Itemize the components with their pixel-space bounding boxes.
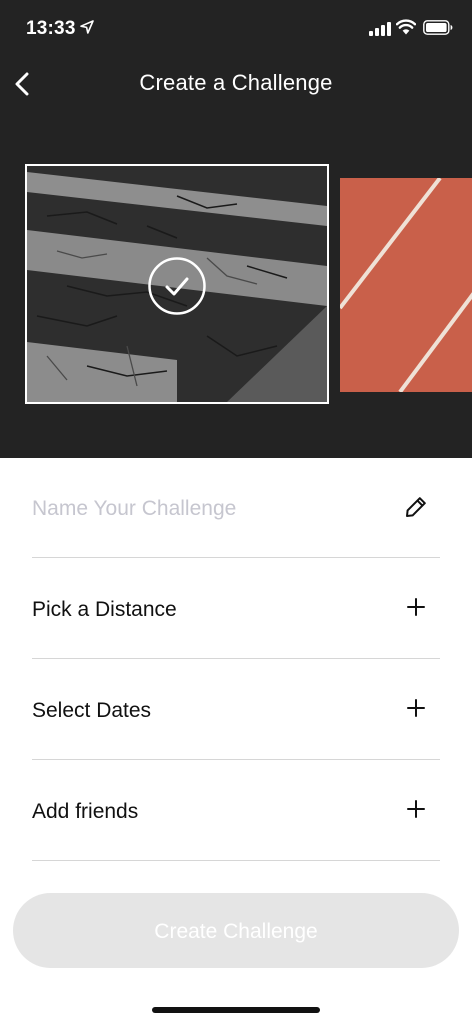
challenge-name-row[interactable]: Name Your Challenge xyxy=(32,458,440,558)
add-friends-row[interactable]: Add friends xyxy=(32,760,440,861)
cover-image-carousel[interactable] xyxy=(0,160,472,410)
selected-checkmark-icon xyxy=(148,257,206,315)
navigation-bar: Create a Challenge xyxy=(0,58,472,110)
add-friends-label: Add friends xyxy=(32,800,139,823)
running-track-image xyxy=(340,178,472,392)
select-dates-row[interactable]: Select Dates xyxy=(32,659,440,760)
cellular-signal-icon xyxy=(369,22,391,36)
challenge-name-placeholder[interactable]: Name Your Challenge xyxy=(32,497,236,521)
challenge-form: Name Your Challenge Pick a Distance Sele… xyxy=(32,458,440,861)
plus-icon[interactable] xyxy=(404,797,428,821)
home-indicator[interactable] xyxy=(152,1007,320,1013)
header-area: 13:33 Create a Challenge xyxy=(0,0,472,458)
pick-distance-label: Pick a Distance xyxy=(32,598,177,621)
plus-icon[interactable] xyxy=(404,696,428,720)
wifi-icon xyxy=(396,19,416,35)
plus-icon[interactable] xyxy=(404,595,428,619)
create-challenge-button[interactable]: Create Challenge xyxy=(13,893,459,968)
status-bar: 13:33 xyxy=(0,0,472,58)
location-arrow-icon xyxy=(80,20,94,34)
page-title: Create a Challenge xyxy=(139,70,333,95)
select-dates-label: Select Dates xyxy=(32,699,152,722)
cover-option-asphalt[interactable] xyxy=(25,164,329,404)
pencil-icon[interactable] xyxy=(404,495,428,519)
pick-distance-row[interactable]: Pick a Distance xyxy=(32,558,440,659)
battery-icon xyxy=(423,20,453,35)
cover-option-track[interactable] xyxy=(340,178,472,392)
status-time: 13:33 xyxy=(26,18,76,39)
